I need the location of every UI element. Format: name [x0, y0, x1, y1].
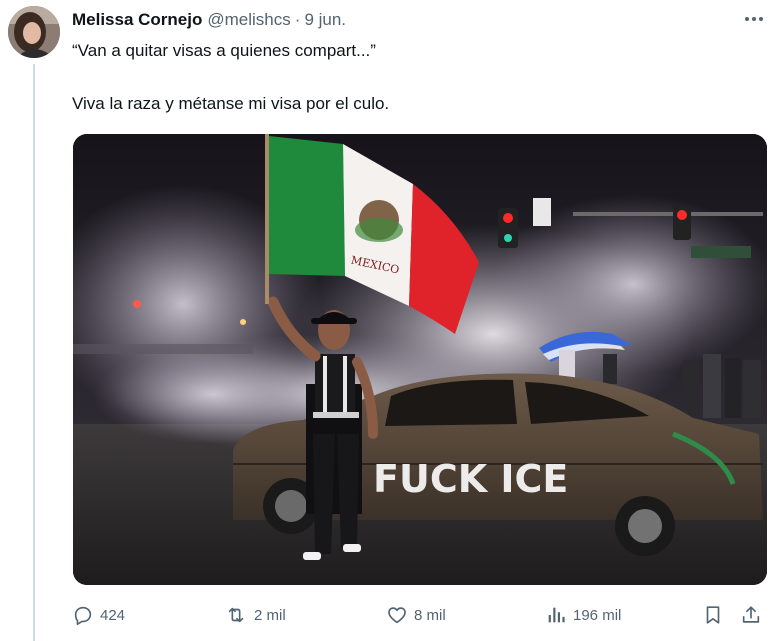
- reply-icon: [74, 606, 92, 625]
- repost-icon: [228, 607, 244, 623]
- header-separator: ·: [294, 10, 301, 29]
- car-graffiti: FUCK ICE: [373, 457, 568, 501]
- share-button[interactable]: [740, 600, 768, 630]
- more-horizontal-icon: [745, 17, 749, 21]
- tweet-header: Melissa Cornejo @melishcs · 9 jun.: [72, 9, 760, 31]
- author-name[interactable]: Melissa Cornejo: [72, 10, 202, 30]
- like-button[interactable]: 8 mil: [386, 600, 446, 630]
- bookmark-button[interactable]: [702, 600, 730, 630]
- reply-button[interactable]: 424: [72, 600, 125, 630]
- tweet-body-line: Viva la raza y métanse mi visa por el cu…: [72, 94, 390, 113]
- timestamp[interactable]: 9 jun.: [304, 10, 346, 30]
- more-dot: [752, 17, 756, 21]
- reply-count: 424: [100, 606, 126, 624]
- tweet-media-photo[interactable]: FUCK ICE MEXICO: [73, 134, 767, 585]
- bookmark-icon: [706, 606, 720, 624]
- tweet-action-bar: 424 2 mil 8 mil 196 mil: [72, 600, 768, 630]
- views-count: 196 mil: [573, 606, 622, 624]
- views-icon: [548, 607, 565, 623]
- views-button[interactable]: 196 mil: [545, 600, 621, 630]
- tweet-quote-line: “Van a quitar visas a quienes compart...…: [72, 41, 376, 60]
- repost-button[interactable]: 2 mil: [224, 600, 286, 630]
- thread-connector-line: [33, 64, 35, 641]
- more-options-button[interactable]: [742, 9, 766, 29]
- repost-count: 2 mil: [254, 606, 286, 624]
- author-handle[interactable]: @melishcs: [207, 10, 290, 30]
- avatar[interactable]: [8, 6, 60, 58]
- more-dot: [759, 17, 763, 21]
- heart-icon: [388, 607, 406, 624]
- share-icon: [742, 606, 760, 623]
- like-count: 8 mil: [414, 606, 446, 624]
